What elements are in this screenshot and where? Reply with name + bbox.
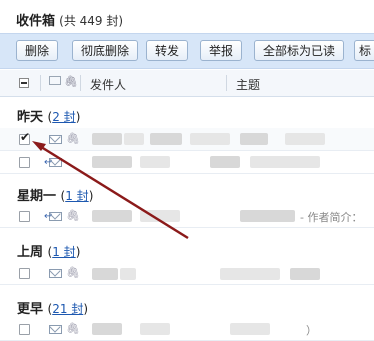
group-name: 昨天	[17, 110, 44, 125]
row-checkbox[interactable]	[19, 211, 30, 222]
select-all-checkbox[interactable]	[19, 78, 29, 88]
folder-title: 收件箱 (共 449 封)	[16, 10, 123, 29]
row-checkbox[interactable]	[19, 157, 30, 168]
paperclip-icon: 🖇	[66, 322, 80, 335]
subject-blurred	[250, 156, 320, 168]
reply-envelope-icon	[44, 211, 62, 222]
group-header-last-week: 上周 (1 封)	[17, 245, 81, 260]
sender-blurred	[120, 268, 136, 280]
sender-blurred	[140, 323, 170, 335]
mail-row[interactable]	[0, 151, 374, 174]
group-header-yesterday: 昨天 (2 封)	[17, 110, 81, 125]
subject-blurred	[290, 268, 320, 280]
sender-blurred	[92, 156, 132, 168]
mail-row[interactable]: 🖇 - 作者简介：	[0, 205, 374, 228]
header-divider	[40, 75, 41, 91]
mail-row[interactable]: 🖇	[0, 262, 374, 285]
paperclip-icon: 🖇	[66, 266, 80, 279]
group-count-link[interactable]: 21 封	[52, 302, 83, 316]
subject-trail: ）	[306, 324, 317, 337]
envelope-icon	[49, 135, 62, 144]
row-checkbox[interactable]	[19, 130, 30, 145]
mark-all-read-button[interactable]: 全部标为已读	[254, 40, 345, 61]
sender-column-header[interactable]: 发件人	[90, 76, 126, 93]
forward-button[interactable]: 转发	[146, 40, 189, 61]
list-header: 🖇 发件人 主题	[0, 70, 374, 97]
mark-as-button[interactable]: 标	[354, 40, 374, 61]
group-name: 上周	[17, 245, 44, 260]
sender-blurred	[150, 133, 182, 145]
envelope-icon	[49, 269, 62, 278]
group-count-link[interactable]: 1 封	[52, 245, 75, 259]
reply-envelope-icon	[44, 157, 62, 168]
subject-blurred	[240, 210, 295, 222]
row-checkbox[interactable]	[19, 268, 30, 279]
subject-blurred	[190, 133, 230, 145]
subject-blurred	[220, 268, 280, 280]
delete-button[interactable]: 删除	[16, 40, 59, 61]
subject-column-header[interactable]: 主题	[236, 76, 260, 93]
paperclip-icon: 🖇	[66, 132, 80, 145]
group-count-link[interactable]: 1 封	[65, 189, 88, 203]
sender-blurred	[92, 133, 122, 145]
permanent-delete-button[interactable]: 彻底删除	[72, 40, 139, 61]
header-divider	[226, 75, 227, 91]
group-name: 星期一	[17, 189, 57, 204]
sender-blurred	[92, 210, 132, 222]
subject-blurred	[230, 323, 270, 335]
subject-snippet: - 作者简介：	[300, 211, 363, 224]
sender-blurred	[92, 323, 122, 335]
paperclip-icon: 🖇	[66, 209, 80, 222]
folder-name: 收件箱	[16, 14, 56, 29]
envelope-icon	[49, 76, 61, 85]
sender-blurred	[140, 156, 170, 168]
envelope-icon	[49, 325, 62, 334]
mail-row[interactable]: 🖇	[0, 128, 374, 151]
header-divider	[80, 75, 81, 91]
mail-row[interactable]: 🖇 ）	[0, 318, 374, 341]
group-header-earlier: 更早 (21 封)	[17, 302, 89, 317]
group-count-link[interactable]: 2 封	[52, 110, 75, 124]
toolbar: 删除 彻底删除 转发 举报 全部标为已读 标	[0, 33, 374, 69]
sender-blurred	[124, 133, 144, 145]
subject-blurred	[240, 133, 268, 145]
row-checkbox[interactable]	[19, 324, 30, 335]
sender-blurred	[92, 268, 118, 280]
subject-blurred	[210, 156, 240, 168]
group-name: 更早	[17, 302, 44, 317]
subject-blurred	[285, 133, 325, 145]
report-button[interactable]: 举报	[200, 40, 243, 61]
mail-count: (共 449 封)	[59, 14, 124, 28]
sender-blurred	[140, 210, 180, 222]
paperclip-icon: 🖇	[64, 75, 78, 88]
group-header-monday: 星期一 (1 封)	[17, 189, 94, 204]
